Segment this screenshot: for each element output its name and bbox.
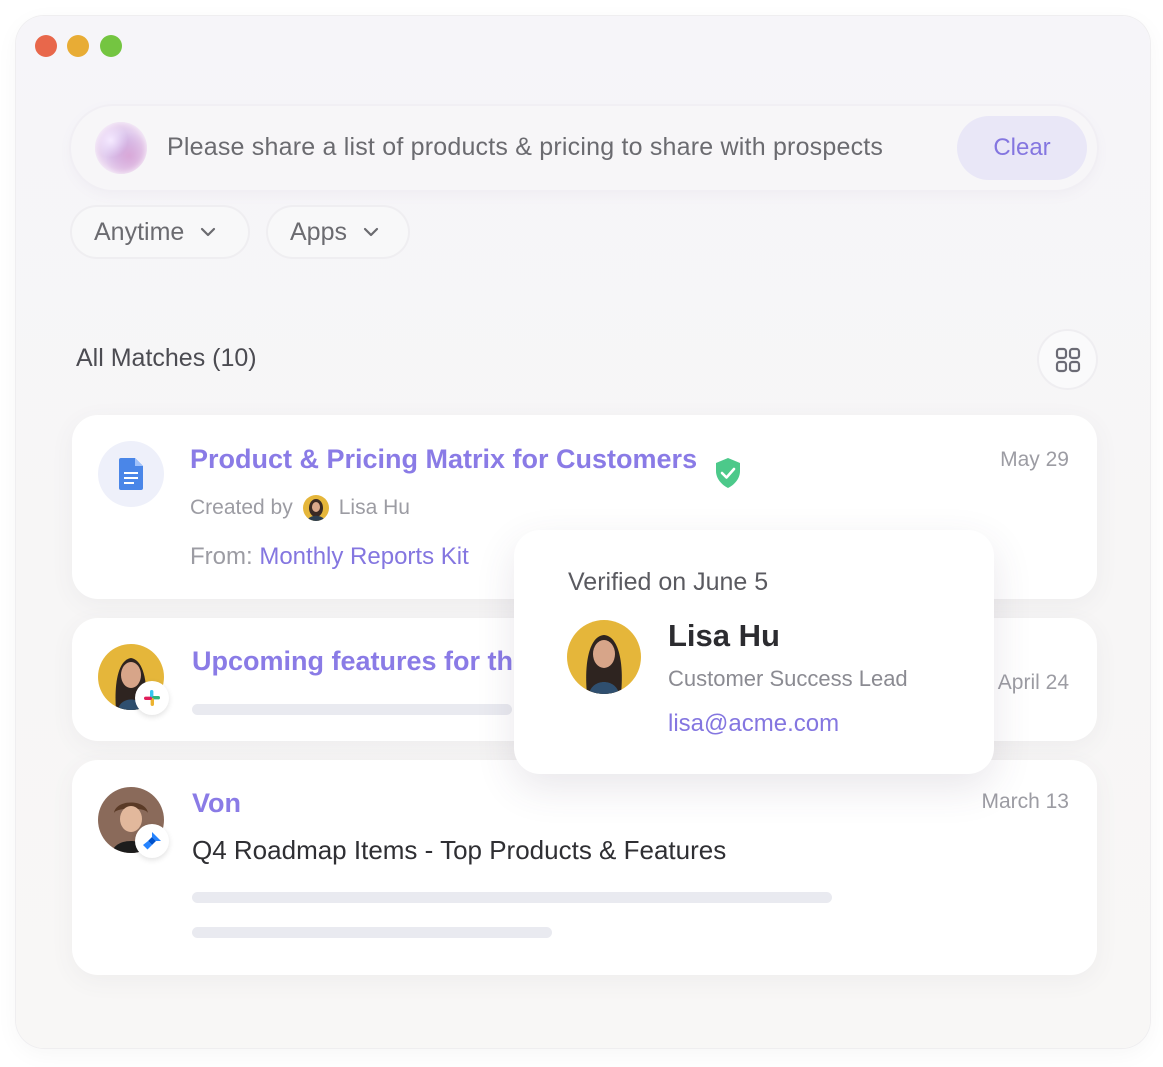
verifier-role: Customer Success Lead (668, 666, 908, 691)
result-title[interactable]: Product & Pricing Matrix for Customers (190, 444, 697, 475)
chevron-down-icon (201, 227, 216, 237)
chevron-down-icon (363, 227, 379, 237)
verifier-email-link[interactable]: lisa@acme.com (668, 710, 839, 738)
result-date: April 24 (997, 671, 1069, 694)
placeholder-line (192, 927, 552, 938)
created-by: Created by Lisa Hu (190, 495, 410, 521)
search-query[interactable]: Please share a list of products & pricin… (167, 133, 883, 162)
slack-icon (135, 681, 169, 715)
result-date: May 29 (1000, 448, 1069, 471)
google-docs-icon (98, 441, 164, 507)
author-name[interactable]: Lisa Hu (339, 496, 410, 520)
verified-shield-icon[interactable] (714, 457, 742, 489)
apps-filter-label: Apps (290, 217, 347, 246)
window-close-button[interactable] (35, 35, 57, 57)
avatar (567, 620, 641, 694)
source-link[interactable]: Monthly Reports Kit (259, 543, 468, 570)
popover-arrow (708, 507, 744, 531)
window-maximize-button[interactable] (100, 35, 122, 57)
jira-icon (135, 824, 169, 858)
search-bar[interactable]: Please share a list of products & pricin… (71, 106, 1097, 190)
verifier-name: Lisa Hu (668, 618, 780, 653)
anytime-filter-label: Anytime (94, 217, 185, 246)
matches-heading: All Matches (10) (76, 344, 257, 372)
placeholder-line (192, 892, 832, 903)
from-label: From: (190, 543, 253, 570)
verified-date: Verified on June 5 (568, 568, 769, 596)
grid-view-button[interactable] (1039, 331, 1096, 388)
result-source: From: Monthly Reports Kit (190, 543, 469, 571)
result-title[interactable]: Von (192, 788, 241, 819)
created-by-label: Created by (190, 496, 293, 519)
apps-filter[interactable]: Apps (268, 207, 408, 257)
result-subtitle[interactable]: Q4 Roadmap Items - Top Products & Featur… (192, 835, 726, 866)
assistant-orb-icon (95, 122, 147, 174)
verification-popover: Verified on June 5 Lisa Hu Customer Succ… (514, 530, 994, 774)
result-date: March 13 (981, 790, 1069, 813)
grid-icon (1055, 347, 1080, 372)
anytime-filter[interactable]: Anytime (72, 207, 248, 257)
app-window: Please share a list of products & pricin… (16, 16, 1150, 1048)
avatar (302, 495, 329, 521)
window-minimize-button[interactable] (67, 35, 89, 57)
clear-button[interactable]: Clear (957, 116, 1087, 180)
placeholder-line (192, 704, 512, 715)
result-title[interactable]: Upcoming features for th (192, 646, 512, 677)
result-card[interactable]: Von Q4 Roadmap Items - Top Products & Fe… (72, 760, 1097, 975)
